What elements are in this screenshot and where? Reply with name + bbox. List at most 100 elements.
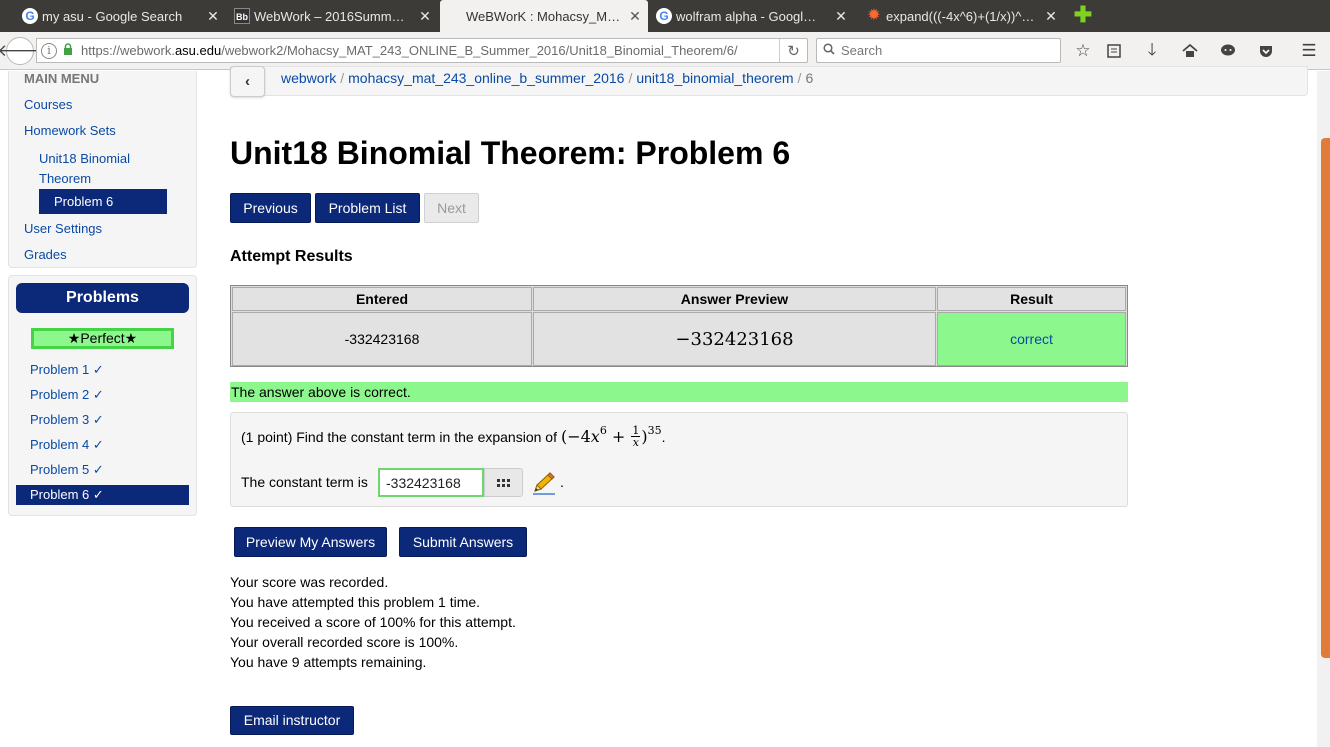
main-menu-header: MAIN MENU xyxy=(24,71,100,86)
main-menu: MAIN MENU Courses Homework Sets Unit18 B… xyxy=(8,71,197,268)
tab-label: expand(((-4x^6)+(1/x))^… xyxy=(886,8,1035,24)
problem-link-2[interactable]: Problem 2 ✓ xyxy=(30,387,104,403)
set-name-line2: Theorem xyxy=(39,171,92,186)
entered-value-cell: -332423168 xyxy=(232,312,532,366)
browser-tab-bar: G my asu - Google Search ✕ Bb WebWork – … xyxy=(0,0,1330,32)
search-placeholder: Search xyxy=(841,43,883,58)
set-name-line1: Unit18 Binomial xyxy=(39,151,131,166)
problem-link-5[interactable]: Problem 5 ✓ xyxy=(30,462,104,478)
answer-period: . xyxy=(560,474,564,490)
browser-tab-wolfram-expand[interactable]: ✹ expand(((-4x^6)+(1/x))^… ✕ xyxy=(860,0,1064,32)
reload-icon[interactable]: ↻ xyxy=(779,39,807,62)
sidebar-item-courses[interactable]: Courses xyxy=(24,97,72,112)
fraction: 1x xyxy=(631,425,641,448)
score-message: You received a score of 100% for this at… xyxy=(230,614,516,630)
scrollbar-thumb[interactable] xyxy=(1321,138,1330,658)
search-input[interactable]: Search xyxy=(816,38,1061,63)
pocket-icon[interactable] xyxy=(1254,38,1278,64)
sidebar-item-grades[interactable]: Grades xyxy=(24,247,67,262)
problem-link-3[interactable]: Problem 3 ✓ xyxy=(30,412,104,428)
result-cell: correct xyxy=(937,312,1126,366)
close-icon[interactable]: ✕ xyxy=(206,8,220,24)
breadcrumb-trail: webwork / mohacsy_mat_243_online_b_summer_… xyxy=(281,70,813,86)
problem-list-button[interactable]: Problem List xyxy=(315,193,420,223)
table-header-entered: Entered xyxy=(232,287,532,311)
expr-var: x xyxy=(590,427,600,446)
attempt-results-table: Entered Answer Preview Result -332423168… xyxy=(230,285,1128,367)
score-messages: Your score was recorded. You have attemp… xyxy=(230,572,516,672)
previous-button[interactable]: Previous xyxy=(230,193,311,223)
submit-answers-button[interactable]: Submit Answers xyxy=(399,527,527,557)
home-icon[interactable] xyxy=(1178,38,1202,64)
preview-answers-button[interactable]: Preview My Answers xyxy=(234,527,387,557)
expr-plus: + xyxy=(606,427,631,446)
close-icon[interactable]: ✕ xyxy=(418,8,432,24)
url-text: https://webwork.asu.edu/webwork2/Mohacsy… xyxy=(81,43,738,58)
url-bar[interactable]: i https://webwork.asu.edu/webwork2/Mohac… xyxy=(36,38,808,63)
chat-icon[interactable] xyxy=(1216,38,1240,64)
url-path: /webwork2/Mohacsy_MAT_243_ONLINE_B_Summe… xyxy=(221,43,738,58)
breadcrumb-separator: / xyxy=(340,70,345,86)
problem-expression: (−4 x 6 + 1 x) 35 xyxy=(561,424,662,448)
hamburger-menu-icon[interactable]: ☰ xyxy=(1297,38,1321,64)
next-button[interactable]: Next xyxy=(424,193,479,223)
browser-tab-webwork-active[interactable]: WeBWorK : Mohacsy_M… ✕ xyxy=(440,0,648,32)
tab-label: my asu - Google Search xyxy=(42,8,183,24)
close-icon[interactable]: ✕ xyxy=(628,8,642,24)
score-message: Your score was recorded. xyxy=(230,574,389,590)
reading-list-icon[interactable] xyxy=(1102,38,1126,64)
breadcrumb-webwork[interactable]: webwork xyxy=(281,70,336,86)
breadcrumb-separator: / xyxy=(797,70,802,86)
problem-link-1[interactable]: Problem 1 ✓ xyxy=(30,362,104,378)
google-icon: G xyxy=(656,8,672,24)
sidebar-item-homework-sets[interactable]: Homework Sets xyxy=(24,123,116,138)
info-icon[interactable]: i xyxy=(41,42,57,59)
browser-tab-webwork-blackboard[interactable]: Bb WebWork – 2016Summ… ✕ xyxy=(228,0,438,32)
close-icon[interactable]: ✕ xyxy=(834,8,848,24)
score-message: You have 9 attempts remaining. xyxy=(230,654,427,670)
answer-label: The constant term is xyxy=(241,474,368,490)
email-instructor-button[interactable]: Email instructor xyxy=(230,706,354,735)
problems-panel: Problems ★Perfect★ Problem 1 ✓ Problem 2… xyxy=(8,275,197,516)
page-title: Unit18 Binomial Theorem: Problem 6 xyxy=(230,135,791,171)
equation-editor-button[interactable] xyxy=(484,468,523,497)
problem-box: (1 point) Find the constant term in the … xyxy=(230,412,1128,507)
search-icon xyxy=(823,43,835,58)
browser-tab-wolfram-google[interactable]: G wolfram alpha - Googl… ✕ xyxy=(650,0,854,32)
perfect-badge: ★Perfect★ xyxy=(31,328,174,349)
problem-link-6-active[interactable]: Problem 6 ✓ xyxy=(16,485,189,505)
pencil-icon[interactable] xyxy=(531,471,557,495)
bookmark-star-icon[interactable]: ☆ xyxy=(1071,38,1095,64)
close-icon[interactable]: ✕ xyxy=(1044,8,1058,24)
url-prefix: https://webwork. xyxy=(81,43,175,58)
chevron-left-icon[interactable]: ‹ xyxy=(230,66,265,97)
table-header-result: Result xyxy=(937,287,1126,311)
score-message: You have attempted this problem 1 time. xyxy=(230,594,481,610)
tab-label: wolfram alpha - Googl… xyxy=(676,8,817,24)
google-icon: G xyxy=(22,8,38,24)
breadcrumb-course[interactable]: mohacsy_mat_243_online_b_summer_2016 xyxy=(348,70,624,86)
answer-input[interactable] xyxy=(378,468,484,497)
sidebar-item-set-unit18[interactable]: Unit18 Binomial Theorem xyxy=(39,149,130,189)
breadcrumb: ‹ webwork / mohacsy_mat_243_online_b_summe… xyxy=(230,66,1308,97)
grid-icon xyxy=(497,478,510,487)
blackboard-icon: Bb xyxy=(234,8,250,24)
breadcrumb-separator: / xyxy=(628,70,633,86)
outer-exponent: 35 xyxy=(647,424,662,437)
sidebar-item-problem-6[interactable]: Problem 6 xyxy=(39,189,167,214)
url-domain: asu.edu xyxy=(174,43,222,58)
breadcrumb-set[interactable]: unit18_binomial_theorem xyxy=(636,70,793,86)
problem-text: (1 point) Find the constant term in the … xyxy=(241,428,557,445)
problem-end: . xyxy=(661,428,666,445)
answer-preview-cell: −332423168 xyxy=(533,312,936,366)
back-arrow-icon[interactable]: 🡐 xyxy=(0,37,43,65)
new-tab-icon[interactable]: ✚ xyxy=(1072,4,1094,26)
browser-tab-my-asu[interactable]: G my asu - Google Search ✕ xyxy=(16,0,226,32)
problem-link-4[interactable]: Problem 4 ✓ xyxy=(30,437,104,453)
tab-label: WebWork – 2016Summ… xyxy=(254,8,405,24)
problems-panel-title: Problems xyxy=(16,283,189,313)
download-icon[interactable]: 🡓 xyxy=(1140,38,1164,64)
sidebar-item-user-settings[interactable]: User Settings xyxy=(24,221,102,236)
attempt-results-heading: Attempt Results xyxy=(230,248,353,265)
score-message: Your overall recorded score is 100%. xyxy=(230,634,459,650)
